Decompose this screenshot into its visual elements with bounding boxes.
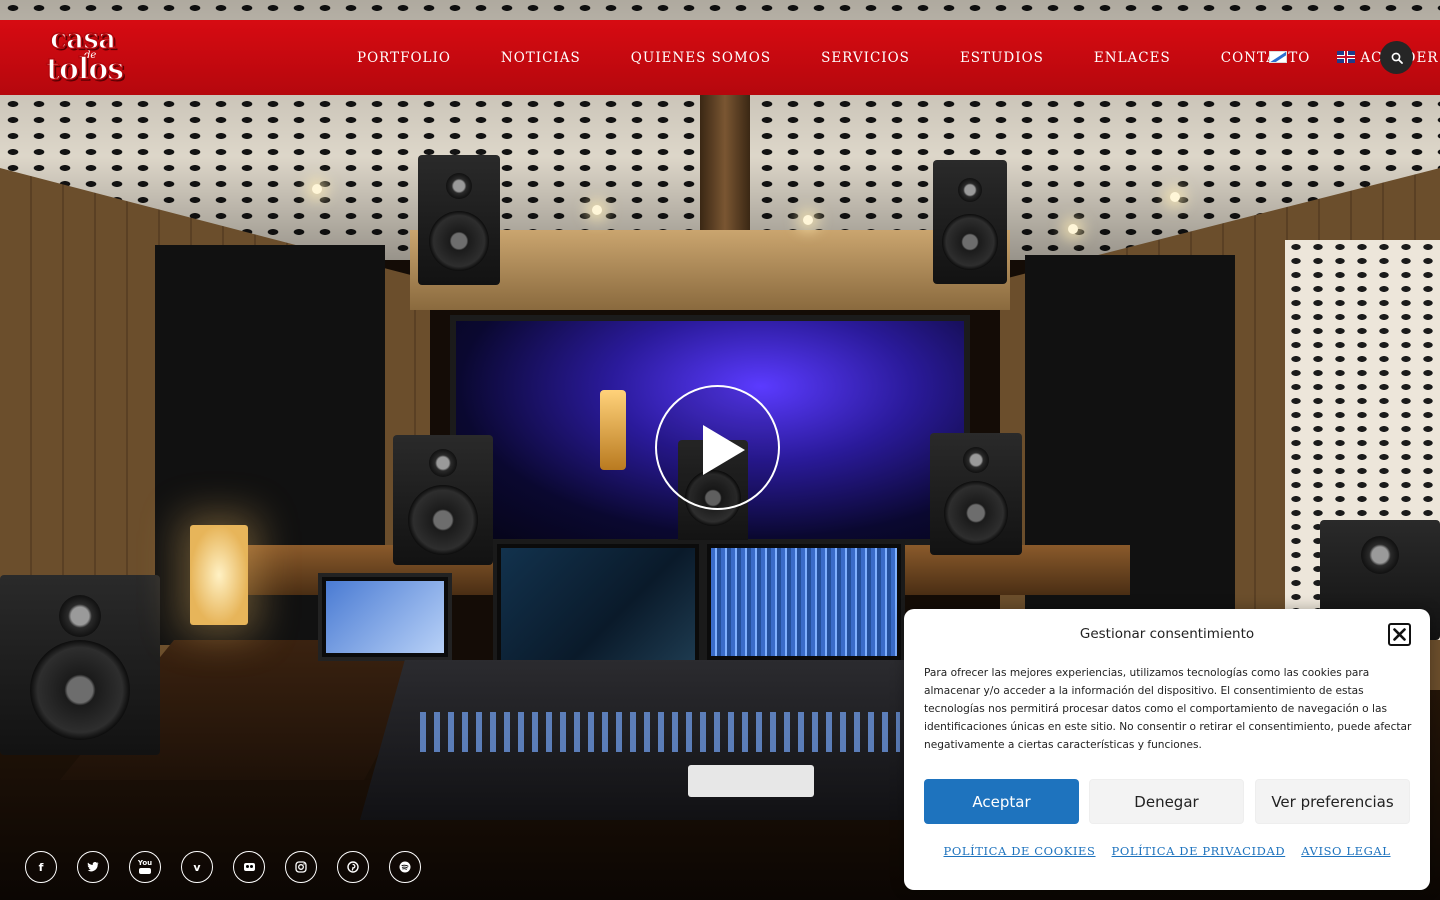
nav-item-estudios[interactable]: ESTUDIOS [935,50,1069,66]
instagram-icon[interactable] [285,851,317,883]
nav-item-servicios[interactable]: SERVICIOS [796,50,935,66]
galician-flag-icon[interactable] [1269,51,1287,63]
consent-close-button[interactable] [1388,623,1411,646]
consent-legal-links: POLÍTICA DE COOKIES POLÍTICA DE PRIVACID… [904,844,1430,858]
search-button[interactable] [1380,41,1413,74]
consent-title: Gestionar consentimiento [1079,626,1255,642]
logo-text-top: casa [49,21,117,56]
vimeo-icon[interactable]: v [181,851,213,883]
youtube-icon[interactable]: You [129,851,161,883]
social-links: f You v [25,851,421,883]
close-icon [1393,628,1406,641]
play-video-button[interactable] [655,385,780,510]
nav-item-contacto[interactable]: CONTACTO [1196,50,1336,66]
twitter-icon[interactable] [77,851,109,883]
site-logo[interactable]: casa de tolos [45,21,136,88]
search-icon [1391,52,1403,64]
youtube-icon-label: You [137,859,153,867]
nav-item-quienes-somos[interactable]: QUIENES SOMOS [606,50,796,66]
logo-text-bottom: tolos [45,51,125,88]
facebook-icon[interactable]: f [25,851,57,883]
consent-description: Para ofrecer las mejores experiencias, u… [924,667,1412,751]
play-icon [703,425,745,475]
spotify-icon[interactable] [389,851,421,883]
nav-item-noticias[interactable]: NOTICIAS [476,50,606,66]
cookie-consent-dialog: Gestionar consentimiento Para ofrecer la… [904,609,1430,890]
pinterest-icon[interactable] [337,851,369,883]
deny-cookies-button[interactable]: Denegar [1089,779,1244,824]
cookie-policy-link[interactable]: POLÍTICA DE COOKIES [943,844,1095,858]
nav-item-enlaces[interactable]: ENLACES [1069,50,1196,66]
privacy-policy-link[interactable]: POLÍTICA DE PRIVACIDAD [1112,844,1286,858]
flickr-icon[interactable] [233,851,265,883]
legal-notice-link[interactable]: AVISO LEGAL [1301,844,1390,858]
site-header: casa de tolos PORTFOLIO NOTICIAS QUIENES… [0,20,1440,95]
uk-flag-icon[interactable] [1337,51,1355,63]
accept-cookies-button[interactable]: Aceptar [924,779,1079,824]
view-preferences-button[interactable]: Ver preferencias [1255,779,1410,824]
nav-item-portfolio[interactable]: PORTFOLIO [332,50,476,66]
